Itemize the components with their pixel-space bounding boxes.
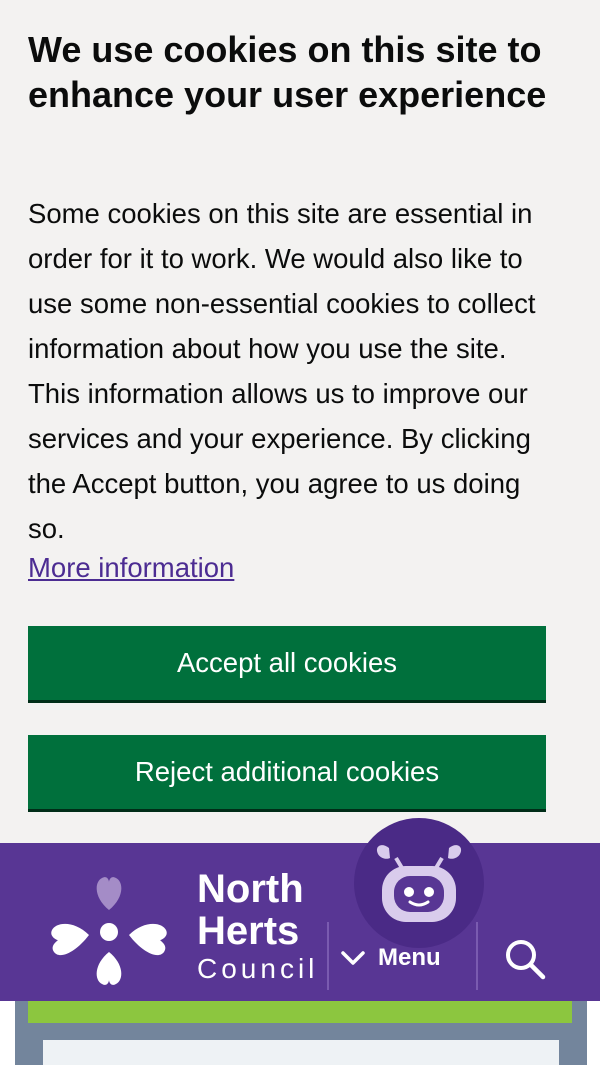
hero-panel xyxy=(43,1040,559,1065)
cookie-banner-text: Some cookies on this site are essential … xyxy=(28,198,536,544)
accept-all-cookies-button[interactable]: Accept all cookies xyxy=(28,626,546,700)
logo-word-council: Council xyxy=(197,953,319,984)
chatbot-button[interactable] xyxy=(354,818,484,948)
cookie-banner: We use cookies on this site to enhance y… xyxy=(0,0,600,843)
menu-label: Menu xyxy=(378,944,441,971)
accent-bar xyxy=(28,1001,572,1023)
reject-additional-cookies-button[interactable]: Reject additional cookies xyxy=(28,735,546,809)
logo-word-herts: Herts xyxy=(197,909,300,953)
north-herts-logo-icon[interactable] xyxy=(44,860,174,990)
robot-icon xyxy=(376,845,462,922)
search-icon[interactable] xyxy=(500,934,550,984)
more-information-link[interactable]: More information xyxy=(28,548,234,588)
header-divider xyxy=(327,922,329,990)
cookie-banner-title: We use cookies on this site to enhance y… xyxy=(28,29,547,115)
logo-wordmark[interactable]: North Herts Council xyxy=(197,868,318,986)
chevron-down-icon xyxy=(341,951,365,965)
logo-word-north: North xyxy=(197,867,304,911)
